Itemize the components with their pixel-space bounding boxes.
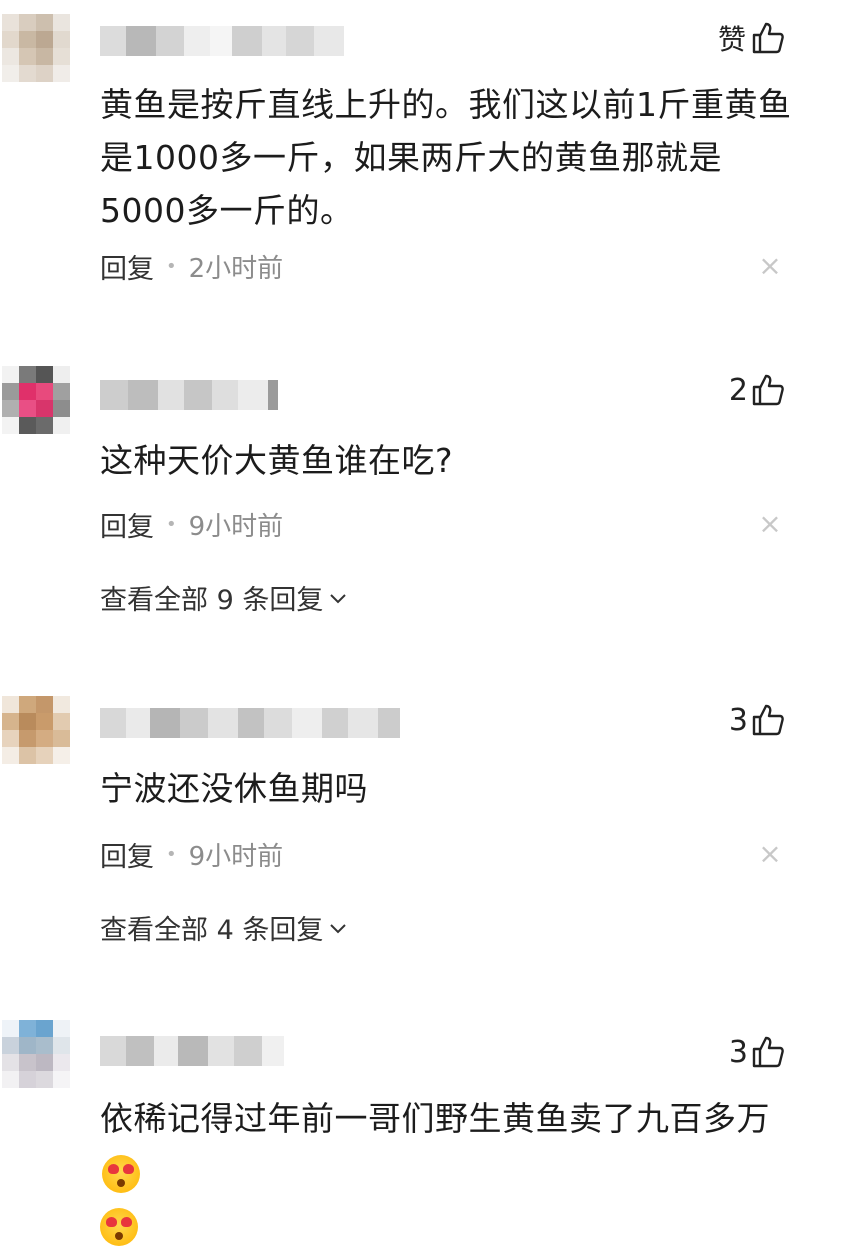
comment-text: 黄鱼是按斤直线上升的。我们这以前1斤重黄鱼是1000多一斤，如果两斤大的黄鱼那就… [100, 85, 792, 230]
avatar[interactable] [2, 14, 70, 82]
thumbs-up-icon [752, 22, 784, 54]
timestamp: 9小时前 [188, 841, 284, 872]
close-icon[interactable]: × [756, 252, 784, 280]
close-icon[interactable]: × [756, 510, 784, 538]
comment-text: 依稀记得过年前一哥们野生黄鱼卖了九百多万 [100, 1099, 770, 1138]
view-all-replies-button[interactable]: 查看全部 4 条回复 [100, 908, 349, 947]
like-button[interactable]: 3 [729, 1032, 786, 1072]
reply-button[interactable]: 回复 [100, 505, 154, 544]
separator-dot: • [166, 255, 177, 277]
heart-eyes-emoji-icon [102, 1154, 140, 1193]
like-button[interactable]: 3 [729, 700, 786, 740]
thumbs-up-icon [752, 704, 784, 736]
comment-text: 宁波还没休鱼期吗 [100, 769, 368, 808]
comment-meta: 回复 • 9小时前 [100, 504, 283, 544]
chevron-down-icon [330, 923, 347, 933]
chevron-down-icon [330, 593, 347, 603]
thumbs-up-icon [752, 374, 784, 406]
comment-text-block: 依稀记得过年前一哥们野生黄鱼卖了九百多万 [100, 1092, 800, 1251]
separator-dot: • [166, 513, 177, 535]
like-button[interactable]: 2 [729, 370, 786, 410]
like-count: 3 [728, 1034, 748, 1070]
avatar[interactable] [2, 696, 70, 764]
avatar[interactable] [2, 1020, 70, 1088]
like-count: 2 [728, 372, 748, 408]
view-all-replies-label: 查看全部 9 条回复 [100, 585, 324, 616]
reply-button[interactable]: 回复 [100, 835, 154, 874]
reply-button[interactable]: 回复 [100, 247, 154, 286]
like-count: 3 [728, 702, 748, 738]
thumbs-up-icon [752, 1036, 784, 1068]
like-label: 赞 [717, 23, 746, 56]
username-blurred[interactable] [100, 380, 278, 410]
view-all-replies-label: 查看全部 4 条回复 [100, 915, 324, 946]
username-blurred[interactable] [100, 1036, 284, 1066]
close-icon[interactable]: × [756, 840, 784, 868]
username-blurred[interactable] [100, 708, 400, 738]
timestamp: 9小时前 [188, 511, 284, 542]
comment-text: 这种天价大黄鱼谁在吃? [100, 441, 454, 480]
view-all-replies-button[interactable]: 查看全部 9 条回复 [100, 578, 349, 617]
separator-dot: • [166, 843, 177, 865]
timestamp: 2小时前 [188, 253, 284, 284]
heart-eyes-emoji-icon [100, 1207, 138, 1246]
like-button[interactable]: 赞 [718, 18, 786, 58]
avatar[interactable] [2, 366, 70, 434]
comment-meta: 回复 • 2小时前 [100, 246, 283, 286]
username-blurred[interactable] [100, 26, 344, 56]
comment-meta: 回复 • 9小时前 [100, 834, 283, 874]
